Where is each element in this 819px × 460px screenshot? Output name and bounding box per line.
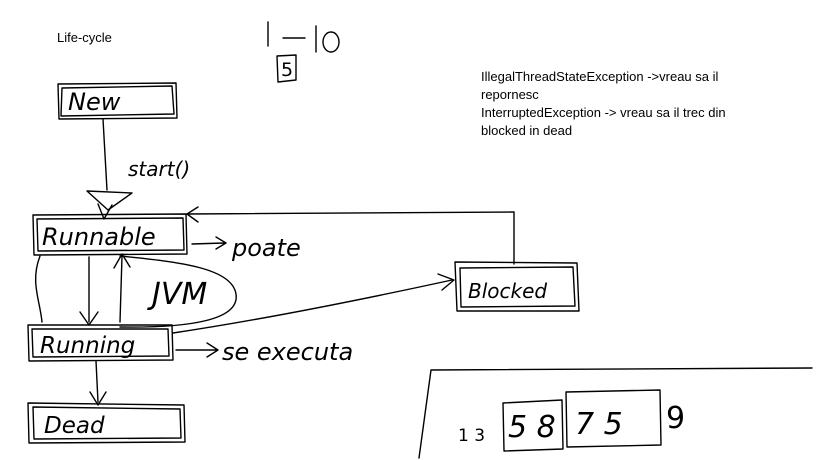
state-running: Running (27, 324, 174, 362)
arrow-head-tip (97, 203, 113, 220)
hand-drawn-diagram: 5 New start() Runnable poate Blocked JVM… (27, 21, 813, 459)
sequence-left: 1 3 (458, 426, 485, 446)
arrow-running-to-dead (89, 360, 107, 406)
state-new: New (57, 82, 178, 120)
boxed-five: 5 (276, 54, 297, 83)
state-running-label: Running (40, 333, 135, 359)
state-blocked: Blocked (454, 261, 580, 312)
range-scribble (267, 21, 340, 53)
label-se-executa: se executa (222, 338, 353, 366)
arrow-poate (191, 236, 227, 250)
sequence-box-b-text: 7 5 (575, 407, 623, 442)
arrow-runnable-to-running (79, 256, 99, 326)
label-start: start() (128, 157, 190, 181)
state-new-label: New (68, 88, 121, 116)
state-dead-label: Dead (44, 413, 105, 439)
arrow-running-to-blocked (172, 279, 453, 334)
state-runnable: Runnable (32, 213, 188, 256)
sequence-trailing: 9 (666, 401, 685, 436)
arrow-head-start (86, 190, 133, 211)
scheduler-curve (34, 255, 43, 323)
state-dead: Dead (27, 402, 186, 444)
label-poate: poate (231, 234, 301, 262)
arrow-running-to-runnable (113, 253, 131, 323)
arrow-se-executa (175, 342, 219, 358)
label-jvm: JVM (147, 277, 207, 312)
state-runnable-label: Runnable (42, 223, 156, 251)
state-blocked-label: Blocked (468, 279, 547, 303)
sequence-box-a-text: 5 8 (508, 410, 556, 445)
five-digit: 5 (281, 59, 293, 81)
whiteboard-canvas: Life-cycle IllegalThreadStateException -… (0, 0, 819, 460)
arrow-new-to-runnable (102, 118, 108, 191)
